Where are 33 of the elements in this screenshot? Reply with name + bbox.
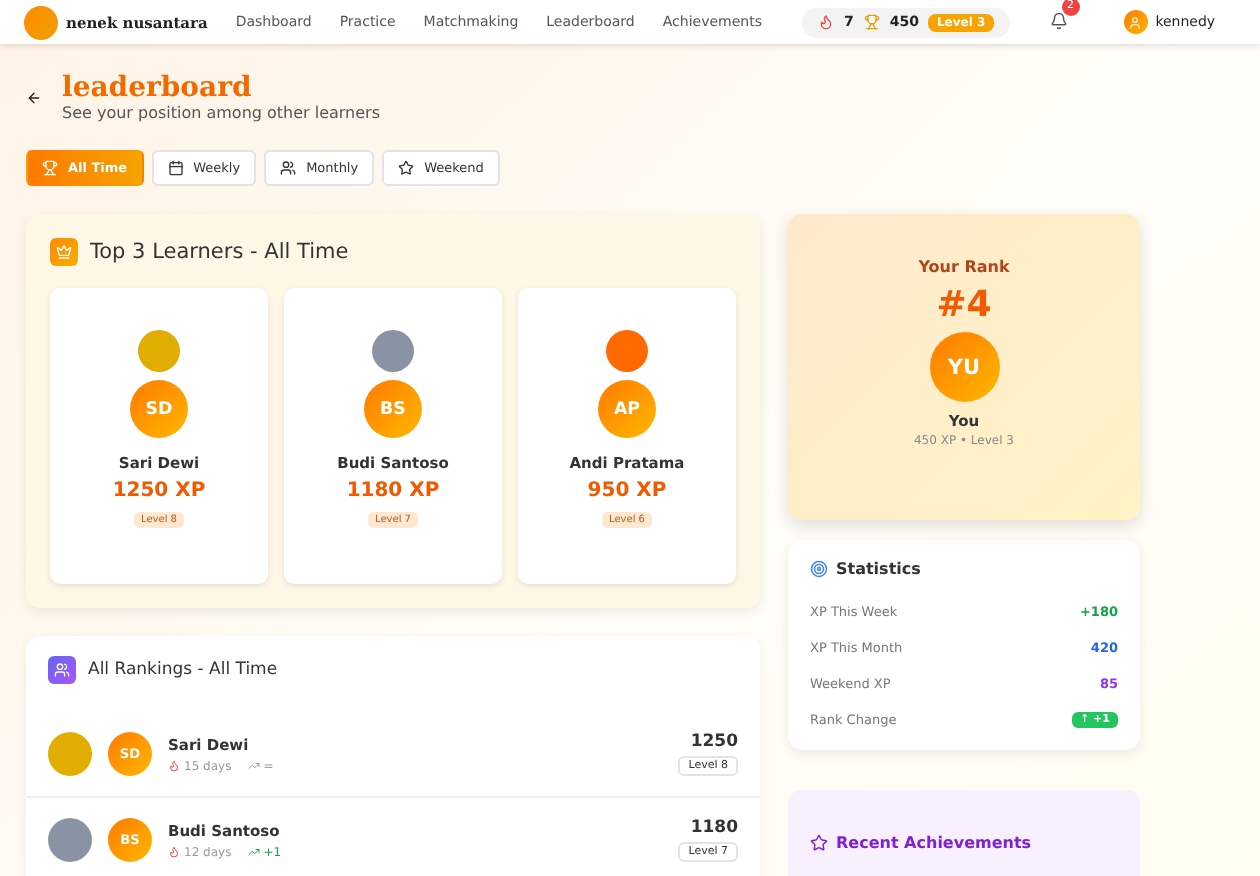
back-arrow-icon[interactable] <box>26 89 42 105</box>
star-icon <box>398 160 415 176</box>
flame-icon <box>168 845 180 857</box>
page-subtitle: See your position among other learners <box>62 104 381 122</box>
learner-avatar: BS <box>364 380 422 438</box>
learner-xp: 950 XP <box>587 480 667 502</box>
panel-title: Top 3 Learners - All Time <box>90 240 349 264</box>
notification-bell-icon[interactable] <box>1049 11 1068 29</box>
crown-icon <box>50 238 78 266</box>
rank-number: #4 <box>936 284 992 326</box>
learner-avatar: SD <box>130 380 188 438</box>
panel-title: All Rankings - All Time <box>88 660 278 680</box>
target-icon <box>810 560 828 578</box>
learner-xp: 1180 XP <box>346 480 440 502</box>
page-title: leaderboard <box>62 72 254 104</box>
trend-icon <box>247 845 260 857</box>
flame-icon <box>168 759 180 771</box>
card-title: Statistics <box>836 560 921 578</box>
users-icon <box>280 160 297 176</box>
trophy-icon <box>42 160 58 176</box>
trend-icon <box>247 759 260 771</box>
trophy-icon <box>863 14 880 30</box>
learner-xp: 1250 XP <box>112 480 206 502</box>
xp-value: 1180 <box>690 818 738 838</box>
calendar-icon <box>167 160 184 176</box>
users-icon <box>48 656 76 684</box>
card-title: Your Rank <box>918 258 1010 276</box>
user-avatar: YU <box>929 332 999 402</box>
card-title: Recent Achievements <box>836 834 1032 852</box>
xp-value: 1250 <box>690 732 738 752</box>
star-icon <box>810 834 828 852</box>
flame-icon <box>817 14 834 30</box>
learner-avatar: AP <box>598 380 656 438</box>
